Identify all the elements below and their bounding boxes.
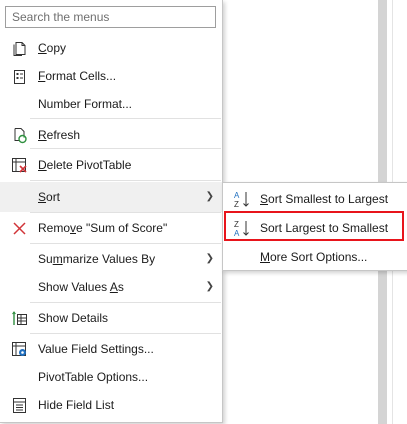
menu-item-show-values-as[interactable]: Show Values As ❯ xyxy=(0,272,222,302)
menu-item-remove-field[interactable]: Remove "Sum of Score" xyxy=(0,213,222,243)
menu-item-show-details[interactable]: Show Details xyxy=(0,303,222,333)
menu-item-label: Format Cells... xyxy=(38,69,117,83)
svg-text:Z: Z xyxy=(234,200,239,209)
separator xyxy=(30,180,221,181)
chevron-right-icon: ❯ xyxy=(205,253,214,264)
menu-item-hide-field-list[interactable]: Hide Field List xyxy=(0,390,222,420)
menu-item-label: Remove "Sum of Score" xyxy=(38,221,168,235)
menu-item-label: Show Details xyxy=(38,311,109,325)
menu-item-refresh[interactable]: Refresh xyxy=(0,120,222,150)
menu-item-value-field-settings[interactable]: Value Field Settings... xyxy=(0,334,222,364)
context-menu: Copy Format Cells... Number Format... Re… xyxy=(0,0,223,423)
delete-pivottable-icon xyxy=(12,158,27,173)
refresh-icon xyxy=(14,128,27,144)
submenu-item-more-sort-options[interactable]: More Sort Options... xyxy=(223,243,407,271)
annotation-highlight-box xyxy=(224,211,404,241)
submenu-item-label: More Sort Options... xyxy=(260,250,368,264)
menu-item-label: Show Values As xyxy=(38,280,124,294)
sort-ascending-icon: A Z xyxy=(234,191,249,209)
menu-item-sort[interactable]: Sort ❯ xyxy=(0,182,222,212)
menu-item-label: Value Field Settings... xyxy=(38,342,154,356)
menu-item-copy[interactable]: Copy xyxy=(0,33,222,63)
menu-item-label: PivotTable Options... xyxy=(38,370,149,384)
format-cells-icon xyxy=(14,70,25,84)
svg-text:A: A xyxy=(234,191,240,200)
menu-item-label: Summarize Values By xyxy=(38,252,156,266)
close-icon xyxy=(13,222,26,235)
menu-item-pivottable-options[interactable]: PivotTable Options... xyxy=(0,362,222,392)
menu-item-label: Delete PivotTable xyxy=(38,158,132,172)
submenu-item-sort-ascending[interactable]: A Z Sort Smallest to Largest xyxy=(223,185,407,213)
menu-item-label: Sort xyxy=(38,190,61,204)
submenu-item-label: Sort Smallest to Largest xyxy=(260,192,389,206)
separator xyxy=(30,118,221,119)
menu-item-summarize-values-by[interactable]: Summarize Values By ❯ xyxy=(0,244,222,274)
copy-icon xyxy=(13,42,26,56)
menu-item-label: Number Format... xyxy=(38,97,133,111)
menu-item-label: Hide Field List xyxy=(38,398,115,412)
show-details-icon xyxy=(12,311,27,325)
menu-item-delete-pivottable[interactable]: Delete PivotTable xyxy=(0,150,222,180)
menu-item-format-cells[interactable]: Format Cells... xyxy=(0,61,222,91)
separator xyxy=(30,148,221,149)
field-list-icon xyxy=(13,398,26,413)
menu-item-label: Refresh xyxy=(38,128,81,142)
field-settings-icon xyxy=(12,342,26,356)
chevron-right-icon: ❯ xyxy=(205,191,214,202)
search-input[interactable] xyxy=(5,6,216,28)
menu-item-label: Copy xyxy=(38,41,67,55)
menu-item-number-format[interactable]: Number Format... xyxy=(0,89,222,119)
chevron-right-icon: ❯ xyxy=(205,281,214,292)
